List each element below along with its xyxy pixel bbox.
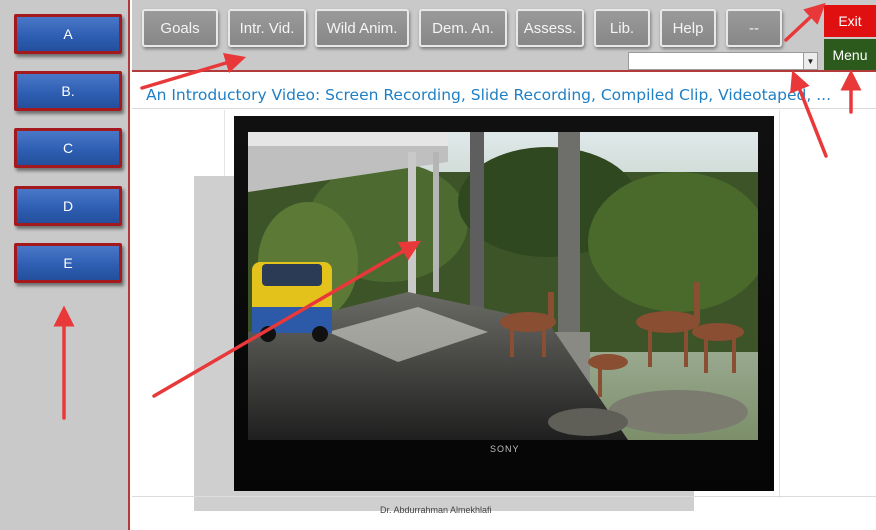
goals-button[interactable]: Goals	[142, 9, 218, 47]
help-button[interactable]: Help	[660, 9, 716, 47]
blank-button[interactable]: --	[726, 9, 782, 47]
sidebar-button-d[interactable]: D	[14, 186, 122, 226]
chevron-down-icon[interactable]: ▼	[803, 53, 817, 69]
footer-credit: Dr. Abdurrahman Almekhlafi	[380, 505, 492, 515]
sidebar-button-a[interactable]: A	[14, 14, 122, 54]
divider	[132, 108, 876, 109]
sidebar: A B. C D E	[0, 0, 130, 530]
footer-divider	[132, 496, 876, 497]
exit-button[interactable]: Exit	[824, 5, 876, 37]
demo-animation-button[interactable]: Dem. An.	[419, 9, 507, 47]
sidebar-button-e[interactable]: E	[14, 243, 122, 283]
assessment-button[interactable]: Assess.	[516, 9, 584, 47]
section-dropdown[interactable]: ▼	[628, 52, 818, 70]
video-still-image	[248, 132, 758, 440]
sidebar-button-b[interactable]: B.	[14, 71, 122, 111]
wild-animals-button[interactable]: Wild Anim.	[315, 9, 409, 47]
intro-video-button[interactable]: Intr. Vid.	[228, 9, 306, 47]
page-title: An Introductory Video: Screen Recording,…	[146, 86, 831, 104]
tv-brand-label: SONY	[490, 444, 520, 454]
menu-button[interactable]: Menu	[824, 39, 876, 70]
video-player[interactable]	[248, 132, 758, 440]
sidebar-button-c[interactable]: C	[14, 128, 122, 168]
library-button[interactable]: Lib.	[594, 9, 650, 47]
